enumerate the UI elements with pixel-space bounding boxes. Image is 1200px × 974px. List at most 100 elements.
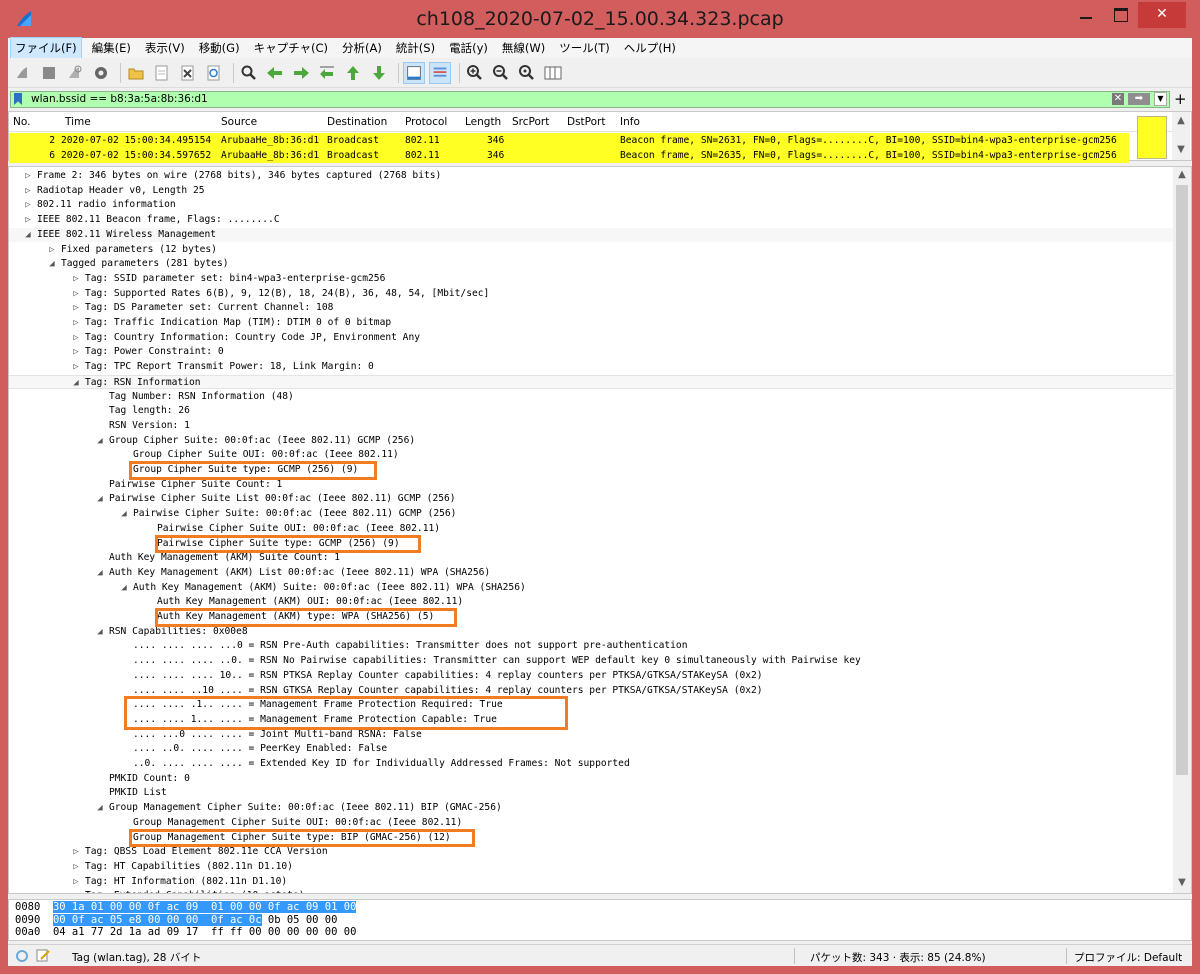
menu-item[interactable]: 分析(A) xyxy=(338,38,386,58)
scroll-down-icon[interactable]: ▼ xyxy=(1173,875,1191,891)
filter-history-dropdown[interactable]: ▼ xyxy=(1154,92,1167,106)
expand-arrow-icon[interactable]: ▷ xyxy=(71,360,81,375)
column-header-protocol[interactable]: Protocol xyxy=(405,116,447,128)
tree-row[interactable]: ▷ Tag: TPC Report Transmit Power: 18, Lin… xyxy=(9,360,1173,375)
tree-row[interactable]: Group Cipher Suite OUI: 00:0f:ac (Ieee 8… xyxy=(9,448,1173,463)
capture-options-button[interactable] xyxy=(90,62,112,84)
tree-row[interactable]: ◢ Group Management Cipher Suite: 00:0f:ac… xyxy=(9,801,1173,816)
zoom-normal-button[interactable] xyxy=(516,62,538,84)
open-file-button[interactable] xyxy=(125,62,147,84)
tree-row[interactable]: ▷ Tag: SSID parameter set: bin4-wpa3-ente… xyxy=(9,272,1173,287)
tree-row[interactable]: Auth Key Management (AKM) OUI: 00:0f:ac … xyxy=(9,595,1173,610)
column-header-info[interactable]: Info xyxy=(620,116,640,128)
menu-item[interactable]: 統計(S) xyxy=(392,38,439,58)
expand-arrow-icon[interactable]: ▷ xyxy=(71,889,81,893)
expand-arrow-icon[interactable]: ▷ xyxy=(71,875,81,890)
tree-row[interactable]: Tag Number: RSN Information (48) xyxy=(9,390,1173,405)
tree-row[interactable]: PMKID List xyxy=(9,786,1173,801)
tree-row[interactable]: .... ..0. .... .... = PeerKey Enabled: F… xyxy=(9,742,1173,757)
tree-row[interactable]: Pairwise Cipher Suite type: GCMP (256) (… xyxy=(9,537,1173,552)
collapse-arrow-icon[interactable]: ◢ xyxy=(119,507,129,522)
display-filter-input[interactable]: wlan.bssid == b8:3a:5a:8b:36:d1 xyxy=(10,91,1170,108)
packet-row[interactable]: 2 2020-07-02 15:00:34.495154 ArubaaHe_8b… xyxy=(9,133,1129,148)
tree-row[interactable]: ◢ Group Cipher Suite: 00:0f:ac (Ieee 802.… xyxy=(9,434,1173,449)
column-header-destination[interactable]: Destination xyxy=(327,116,387,128)
expand-arrow-icon[interactable]: ▷ xyxy=(71,287,81,302)
packet-row[interactable]: 6 2020-07-02 15:00:34.597652 ArubaaHe_8b… xyxy=(9,148,1129,163)
zoom-in-button[interactable] xyxy=(464,62,486,84)
column-header-srcport[interactable]: SrcPort xyxy=(512,116,549,128)
last-packet-button[interactable] xyxy=(368,62,390,84)
tree-row[interactable]: ▷ Tag: Supported Rates 6(B), 9, 12(B), 18… xyxy=(9,287,1173,302)
collapse-arrow-icon[interactable]: ◢ xyxy=(95,625,105,640)
tree-row[interactable]: Auth Key Management (AKM) Suite Count: 1 xyxy=(9,551,1173,566)
packet-list-scrollbar[interactable]: ▲ ▼ xyxy=(1172,112,1190,160)
tree-row[interactable]: ▷ Radiotap Header v0, Length 25 xyxy=(9,184,1173,199)
colorize-button[interactable] xyxy=(429,61,451,84)
expand-arrow-icon[interactable]: ▷ xyxy=(23,169,33,184)
menu-item[interactable]: ヘルプ(H) xyxy=(620,38,680,58)
hex-row[interactable]: 0090 00 0f ac 05 e8 00 00 00 0f ac 0c 0b… xyxy=(15,913,337,927)
tree-row[interactable]: .... .... .... ...0 = RSN Pre-Auth capab… xyxy=(9,639,1173,654)
autoscroll-button[interactable] xyxy=(403,61,425,84)
tree-row[interactable]: Group Management Cipher Suite type: BIP … xyxy=(9,831,1173,846)
tree-row[interactable]: .... .... 1... .... = Management Frame P… xyxy=(9,713,1173,728)
tree-row[interactable]: ▷ Tag: Power Constraint: 0 xyxy=(9,345,1173,360)
menu-item[interactable]: ファイル(F) xyxy=(10,37,82,59)
menu-item[interactable]: 無線(W) xyxy=(498,38,549,58)
menu-item[interactable]: キャプチャ(C) xyxy=(250,38,332,58)
go-to-packet-button[interactable] xyxy=(316,62,338,84)
start-capture-button[interactable] xyxy=(12,62,34,84)
tree-row[interactable]: ▷ Tag: Extended Capabilities (10 octets) xyxy=(9,889,1173,893)
tree-row[interactable]: ◢ RSN Capabilities: 0x00e8 xyxy=(9,625,1173,640)
tree-row[interactable]: ▷ Tag: Country Information: Country Code … xyxy=(9,331,1173,346)
scrollbar-thumb[interactable] xyxy=(1176,185,1188,775)
collapse-arrow-icon[interactable]: ◢ xyxy=(71,376,81,391)
menu-item[interactable]: 電話(y) xyxy=(445,38,492,58)
expand-arrow-icon[interactable]: ▷ xyxy=(71,272,81,287)
edit-comment-icon[interactable] xyxy=(36,949,50,962)
collapse-arrow-icon[interactable]: ◢ xyxy=(95,434,105,449)
hex-row[interactable]: 00a0 04 a1 77 2d 1a ad 09 17 ff ff 00 00… xyxy=(15,926,356,939)
expand-arrow-icon[interactable]: ▷ xyxy=(71,345,81,360)
tree-row[interactable]: Pairwise Cipher Suite OUI: 00:0f:ac (Iee… xyxy=(9,522,1173,537)
tree-row[interactable]: ▷ Tag: DS Parameter set: Current Channel:… xyxy=(9,301,1173,316)
stop-capture-button[interactable] xyxy=(38,62,60,84)
collapse-arrow-icon[interactable]: ◢ xyxy=(119,581,129,596)
menu-item[interactable]: 編集(E) xyxy=(88,38,135,58)
expand-arrow-icon[interactable]: ▷ xyxy=(71,331,81,346)
find-packet-button[interactable] xyxy=(238,62,260,84)
maximize-button[interactable] xyxy=(1098,0,1142,30)
menu-item[interactable]: 表示(V) xyxy=(141,38,189,58)
tree-row[interactable]: Tag length: 26 xyxy=(9,404,1173,419)
tree-row[interactable]: ▷ Tag: Traffic Indication Map (TIM): DTIM… xyxy=(9,316,1173,331)
tree-row[interactable]: ◢ Auth Key Management (AKM) List 00:0f:ac… xyxy=(9,566,1173,581)
expand-arrow-icon[interactable]: ▷ xyxy=(71,845,81,860)
tree-row[interactable]: ◢ Tagged parameters (281 bytes) xyxy=(9,257,1173,272)
expand-arrow-icon[interactable]: ▷ xyxy=(47,243,57,258)
tree-row[interactable]: PMKID Count: 0 xyxy=(9,772,1173,787)
go-forward-button[interactable] xyxy=(290,62,312,84)
zoom-out-button[interactable] xyxy=(490,62,512,84)
tree-row[interactable]: .... .... .... ..0. = RSN No Pairwise ca… xyxy=(9,654,1173,669)
tree-row[interactable]: ▷ Frame 2: 346 bytes on wire (2768 bits),… xyxy=(9,169,1173,184)
expand-arrow-icon[interactable]: ▷ xyxy=(23,198,33,213)
tree-row[interactable]: ◢ Tag: RSN Information xyxy=(9,374,1173,391)
resize-columns-button[interactable] xyxy=(542,62,564,84)
tree-row[interactable]: .... ...0 .... .... = Joint Multi-band R… xyxy=(9,728,1173,743)
scroll-up-icon[interactable]: ▲ xyxy=(1172,113,1190,129)
collapse-arrow-icon[interactable]: ◢ xyxy=(23,228,33,243)
clear-filter-icon[interactable]: ✕ xyxy=(1112,93,1124,105)
tree-row[interactable]: ▷ Tag: QBSS Load Element 802.11e CCA Vers… xyxy=(9,845,1173,860)
collapse-arrow-icon[interactable]: ◢ xyxy=(95,801,105,816)
close-file-button[interactable] xyxy=(177,62,199,84)
apply-filter-icon[interactable]: ➡ xyxy=(1128,93,1150,105)
tree-row[interactable]: RSN Version: 1 xyxy=(9,419,1173,434)
expand-arrow-icon[interactable]: ▷ xyxy=(71,316,81,331)
expand-arrow-icon[interactable]: ▷ xyxy=(71,860,81,875)
restart-capture-button[interactable] xyxy=(64,62,86,84)
tree-row[interactable]: ..0. .... .... .... = Extended Key ID fo… xyxy=(9,757,1173,772)
tree-row[interactable]: ◢ Pairwise Cipher Suite: 00:0f:ac (Ieee 8… xyxy=(9,507,1173,522)
expert-info-icon[interactable] xyxy=(16,950,28,962)
tree-row[interactable]: ▷ Tag: HT Capabilities (802.11n D1.10) xyxy=(9,860,1173,875)
